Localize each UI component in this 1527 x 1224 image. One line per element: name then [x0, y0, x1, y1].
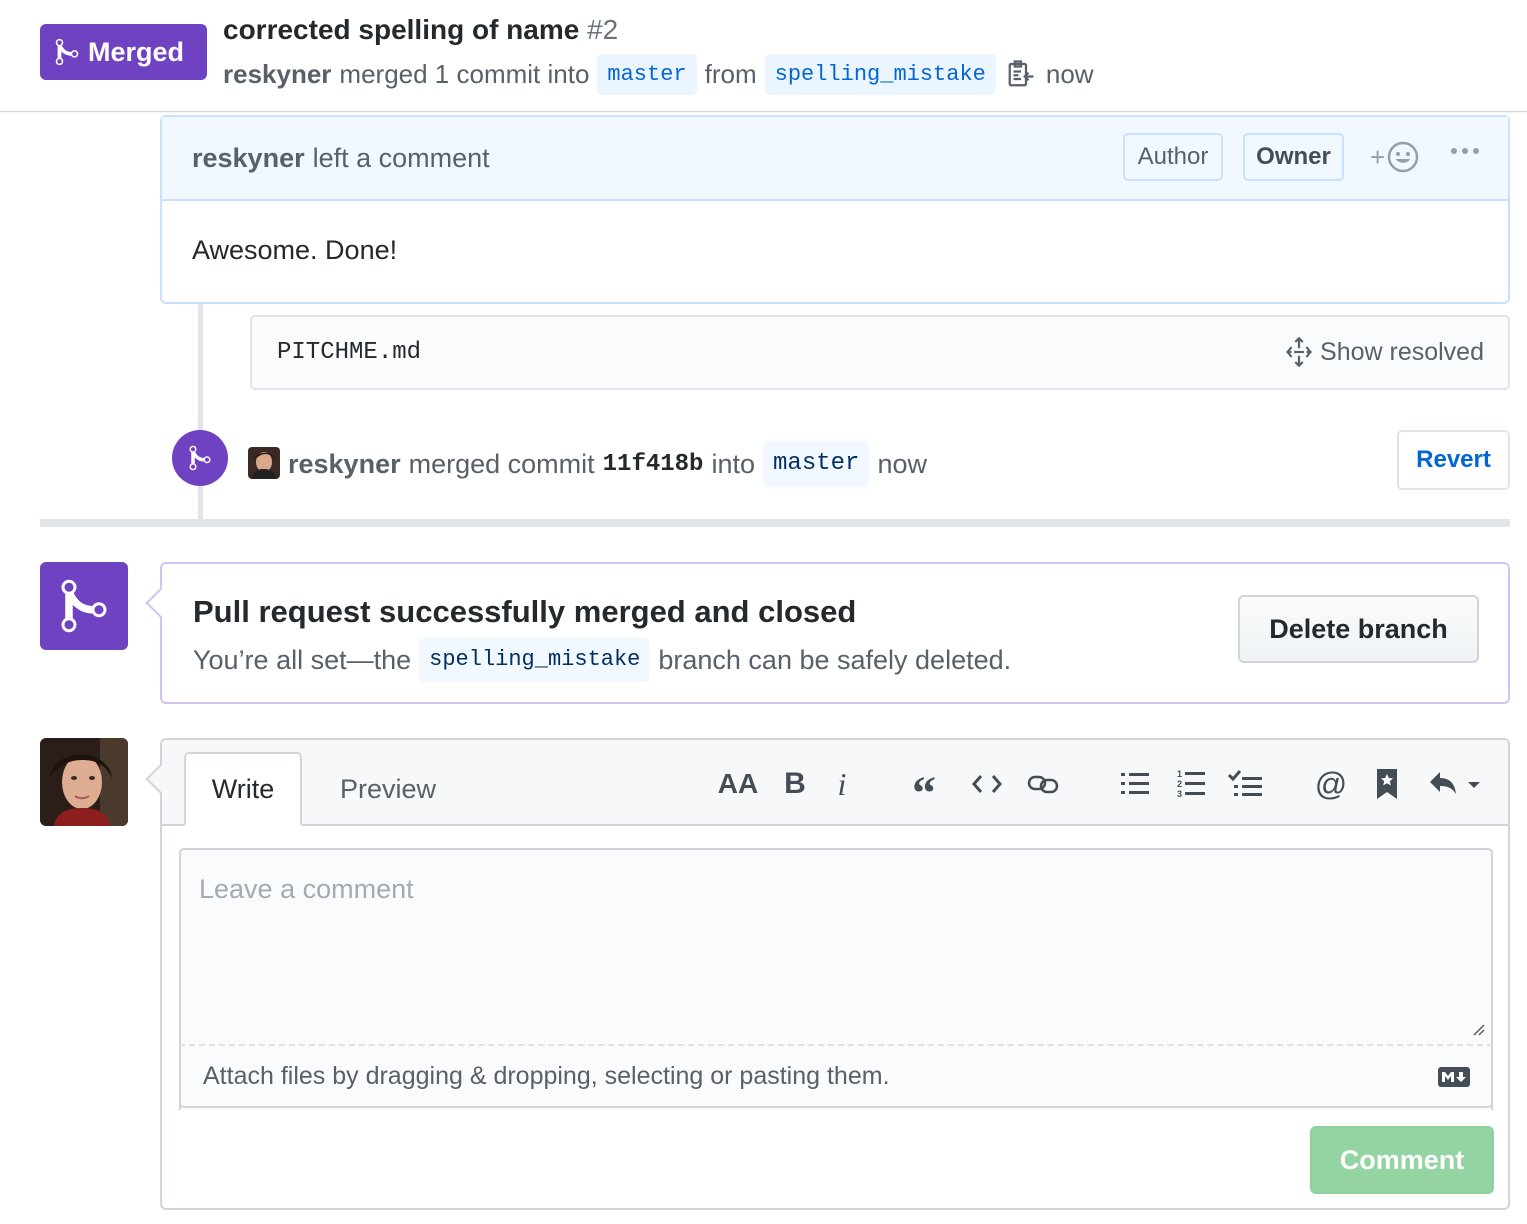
svg-text:2: 2	[1177, 779, 1182, 789]
pr-number: #2	[587, 14, 619, 45]
comment-box: reskyner left a comment Author Owner + A…	[160, 115, 1510, 304]
pr-header: Merged corrected spelling of name #2 res…	[0, 0, 1527, 112]
revert-button[interactable]: Revert	[1397, 430, 1510, 490]
unfold-icon	[1286, 337, 1312, 367]
merge-status-desc: You’re all set—the spelling_mistake bran…	[193, 636, 1011, 684]
comment-placeholder: Leave a comment	[199, 874, 414, 904]
git-merge-icon	[55, 38, 79, 66]
merge-author-link[interactable]: reskyner	[288, 449, 401, 480]
timeline-divider	[40, 519, 1510, 527]
author-label: Author	[1123, 133, 1223, 181]
comment-form-toolbar: Write Preview AA B i “ 123 @	[162, 740, 1508, 826]
desc-prefix: You’re all set—the	[193, 644, 412, 675]
resolved-file: PITCHME.md Show resolved	[250, 315, 1510, 390]
merge-status-title: Pull request successfully merged and clo…	[193, 594, 857, 629]
git-merge-icon	[61, 579, 107, 633]
show-resolved-button[interactable]: Show resolved	[1284, 337, 1484, 367]
reply-icon[interactable]	[1426, 764, 1482, 804]
bold-icon[interactable]: B	[780, 764, 810, 804]
tab-write[interactable]: Write	[184, 752, 302, 826]
pr-time: now	[1045, 58, 1094, 89]
pr-meta: reskyner merged 1 commit into master fro…	[223, 53, 1094, 95]
user-avatar[interactable]	[40, 738, 128, 826]
header-text-icon[interactable]: AA	[718, 764, 758, 804]
svg-text:3: 3	[1177, 789, 1182, 799]
merge-event-badge	[172, 430, 228, 486]
delete-branch-button[interactable]: Delete branch	[1238, 595, 1479, 663]
code-icon[interactable]	[970, 764, 1004, 804]
add-reaction-button[interactable]: +	[1370, 141, 1419, 173]
task-list-icon[interactable]	[1228, 764, 1262, 804]
attach-files-bar[interactable]: Attach files by dragging & dropping, sel…	[179, 1044, 1493, 1108]
timeline-line	[198, 304, 203, 520]
italic-icon[interactable]: i	[830, 764, 854, 804]
comment-submit-button[interactable]: Comment	[1310, 1126, 1494, 1194]
numbered-list-icon[interactable]: 123	[1176, 764, 1206, 804]
link-icon[interactable]	[1026, 764, 1060, 804]
comment-body: Awesome. Done!	[192, 235, 398, 265]
comment-action: left a comment	[312, 142, 490, 173]
pr-author-link[interactable]: reskyner	[223, 59, 331, 90]
merged-state-badge: Merged	[40, 24, 207, 80]
commit-sha-link[interactable]: 11f418b	[603, 451, 704, 478]
mention-icon[interactable]: @	[1314, 764, 1348, 804]
markdown-icon[interactable]	[1437, 1066, 1471, 1088]
from-text: from	[704, 58, 757, 89]
avatar[interactable]	[248, 447, 280, 479]
state-label: Merged	[88, 36, 185, 67]
show-resolved-label: Show resolved	[1320, 337, 1484, 366]
smiley-icon	[1387, 141, 1419, 173]
quote-icon[interactable]: “	[906, 764, 942, 820]
merge-event-text: reskyner merged commit 11f418b into mast…	[288, 440, 927, 488]
desc-suffix: branch can be safely deleted.	[658, 644, 1012, 675]
svg-text:1: 1	[1177, 769, 1182, 779]
merged-text: merged 1 commit into	[339, 58, 590, 89]
merge-time: now	[877, 448, 927, 479]
comment-header: reskyner left a comment Author Owner +	[162, 117, 1508, 201]
merge-event-action: merged commit	[408, 448, 595, 479]
deletable-branch-link[interactable]: spelling_mistake	[419, 638, 651, 682]
merge-status-box: Pull request successfully merged and clo…	[145, 562, 1510, 704]
pr-title: corrected spelling of name #2	[223, 14, 618, 46]
more-options-icon[interactable]	[1450, 147, 1480, 155]
head-branch-link[interactable]: spelling_mistake	[764, 53, 996, 95]
resize-grip-icon[interactable]	[1469, 1020, 1485, 1036]
plus-icon: +	[1370, 141, 1386, 172]
attach-text: Attach files by dragging & dropping, sel…	[203, 1061, 890, 1090]
git-merge-icon	[189, 445, 211, 471]
file-name-link[interactable]: PITCHME.md	[277, 339, 421, 366]
owner-label: Owner	[1243, 133, 1344, 181]
base-branch-link[interactable]: master	[597, 53, 697, 95]
tab-preview[interactable]: Preview	[314, 752, 462, 826]
comment-author-link[interactable]: reskyner	[192, 143, 305, 174]
copy-branch-icon[interactable]	[1006, 59, 1036, 89]
into-text: into	[711, 448, 756, 479]
comment-form: Write Preview AA B i “ 123 @ Leave a com…	[145, 738, 1510, 1210]
pr-title-text: corrected spelling of name	[223, 14, 580, 45]
bookmark-icon[interactable]	[1374, 764, 1400, 804]
merged-status-icon-box	[40, 562, 128, 650]
bulleted-list-icon[interactable]	[1120, 764, 1150, 804]
target-branch-link[interactable]: master	[763, 441, 870, 487]
